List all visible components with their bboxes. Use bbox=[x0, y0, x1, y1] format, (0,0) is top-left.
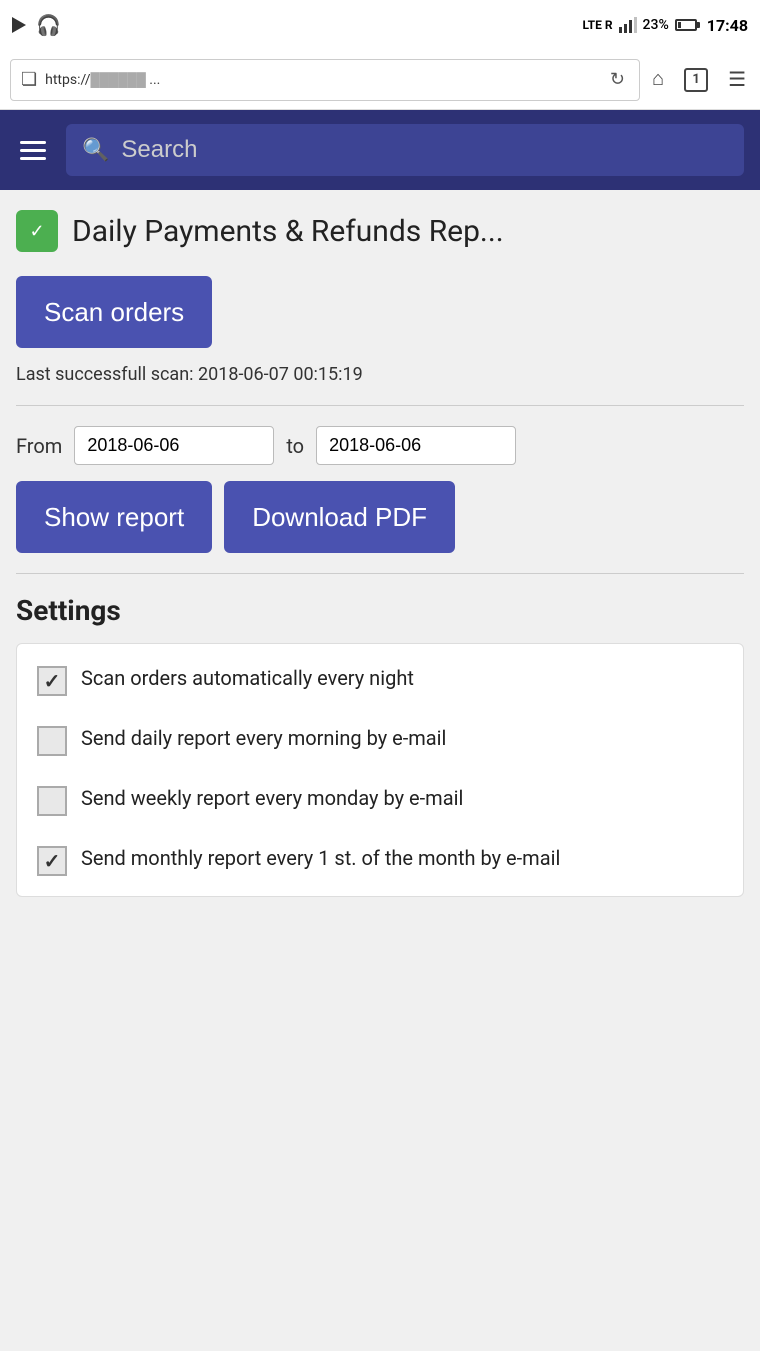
setting-label-4: Send monthly report every 1 st. of the m… bbox=[81, 844, 560, 872]
setting-label-1: Scan orders automatically every night bbox=[81, 664, 414, 692]
setting-item-4: ✓ Send monthly report every 1 st. of the… bbox=[37, 844, 723, 876]
app-header: 🔍 bbox=[0, 110, 760, 190]
url-text: https://██████ ... bbox=[45, 72, 598, 88]
checkmark-4: ✓ bbox=[44, 849, 61, 873]
shield-icon: ❏ bbox=[21, 69, 37, 90]
page-content: Daily Payments & Refunds Rep... Scan ord… bbox=[0, 190, 760, 927]
lte-indicator: LTE R bbox=[583, 18, 613, 32]
divider-2 bbox=[16, 573, 744, 574]
setting-checkbox-3[interactable] bbox=[37, 786, 67, 816]
status-bar-right: LTE R 23% 17:48 bbox=[583, 16, 748, 35]
status-bar: 🎧 LTE R 23% 17:48 bbox=[0, 0, 760, 50]
checkmark-1: ✓ bbox=[44, 669, 61, 693]
refresh-button[interactable]: ↻ bbox=[606, 65, 629, 94]
last-scan-text: Last successfull scan: 2018-06-07 00:15:… bbox=[16, 364, 744, 385]
hamburger-menu-button[interactable] bbox=[16, 137, 50, 164]
search-icon: 🔍 bbox=[82, 138, 109, 163]
signal-icon bbox=[619, 17, 637, 33]
page-title-row: Daily Payments & Refunds Rep... bbox=[16, 210, 744, 252]
setting-item-3: Send weekly report every monday by e-mai… bbox=[37, 784, 723, 816]
settings-section: Settings ✓ Scan orders automatically eve… bbox=[16, 594, 744, 897]
settings-card: ✓ Scan orders automatically every night … bbox=[16, 643, 744, 897]
scan-orders-button[interactable]: Scan orders bbox=[16, 276, 212, 348]
search-input[interactable] bbox=[121, 136, 728, 164]
download-pdf-button[interactable]: Download PDF bbox=[224, 481, 455, 553]
search-bar[interactable]: 🔍 bbox=[66, 124, 744, 176]
setting-checkbox-1[interactable]: ✓ bbox=[37, 666, 67, 696]
setting-item-2: Send daily report every morning by e-mai… bbox=[37, 724, 723, 756]
from-date-input[interactable] bbox=[74, 426, 274, 465]
to-label: to bbox=[286, 434, 304, 458]
action-buttons: Show report Download PDF bbox=[16, 481, 744, 553]
show-report-button[interactable]: Show report bbox=[16, 481, 212, 553]
setting-label-2: Send daily report every morning by e-mai… bbox=[81, 724, 446, 752]
battery-icon bbox=[675, 19, 697, 31]
setting-checkbox-4[interactable]: ✓ bbox=[37, 846, 67, 876]
menu-button[interactable]: ☰ bbox=[724, 63, 750, 96]
page-icon bbox=[16, 210, 58, 252]
setting-item-1: ✓ Scan orders automatically every night bbox=[37, 664, 723, 696]
page-title: Daily Payments & Refunds Rep... bbox=[72, 214, 504, 249]
menu-line-1 bbox=[20, 141, 46, 144]
status-bar-left: 🎧 bbox=[12, 13, 61, 37]
battery-percentage: 23% bbox=[643, 17, 669, 33]
headphone-icon: 🎧 bbox=[36, 13, 61, 37]
clock: 17:48 bbox=[707, 16, 748, 35]
scan-section: Scan orders Last successfull scan: 2018-… bbox=[16, 276, 744, 385]
from-label: From bbox=[16, 434, 62, 458]
divider-1 bbox=[16, 405, 744, 406]
home-button[interactable]: ⌂ bbox=[648, 64, 668, 95]
menu-line-2 bbox=[20, 149, 46, 152]
to-date-input[interactable] bbox=[316, 426, 516, 465]
date-range-section: From to Show report Download PDF bbox=[16, 426, 744, 553]
setting-checkbox-2[interactable] bbox=[37, 726, 67, 756]
tab-count[interactable]: 1 bbox=[684, 68, 708, 92]
menu-line-3 bbox=[20, 157, 46, 160]
browser-icons: ⌂ 1 ☰ bbox=[648, 63, 750, 96]
url-bar[interactable]: ❏ https://██████ ... ↻ bbox=[10, 59, 640, 101]
browser-bar: ❏ https://██████ ... ↻ ⌂ 1 ☰ bbox=[0, 50, 760, 110]
date-range-row: From to bbox=[16, 426, 744, 465]
settings-title: Settings bbox=[16, 594, 744, 627]
play-icon bbox=[12, 17, 26, 33]
setting-label-3: Send weekly report every monday by e-mai… bbox=[81, 784, 463, 812]
